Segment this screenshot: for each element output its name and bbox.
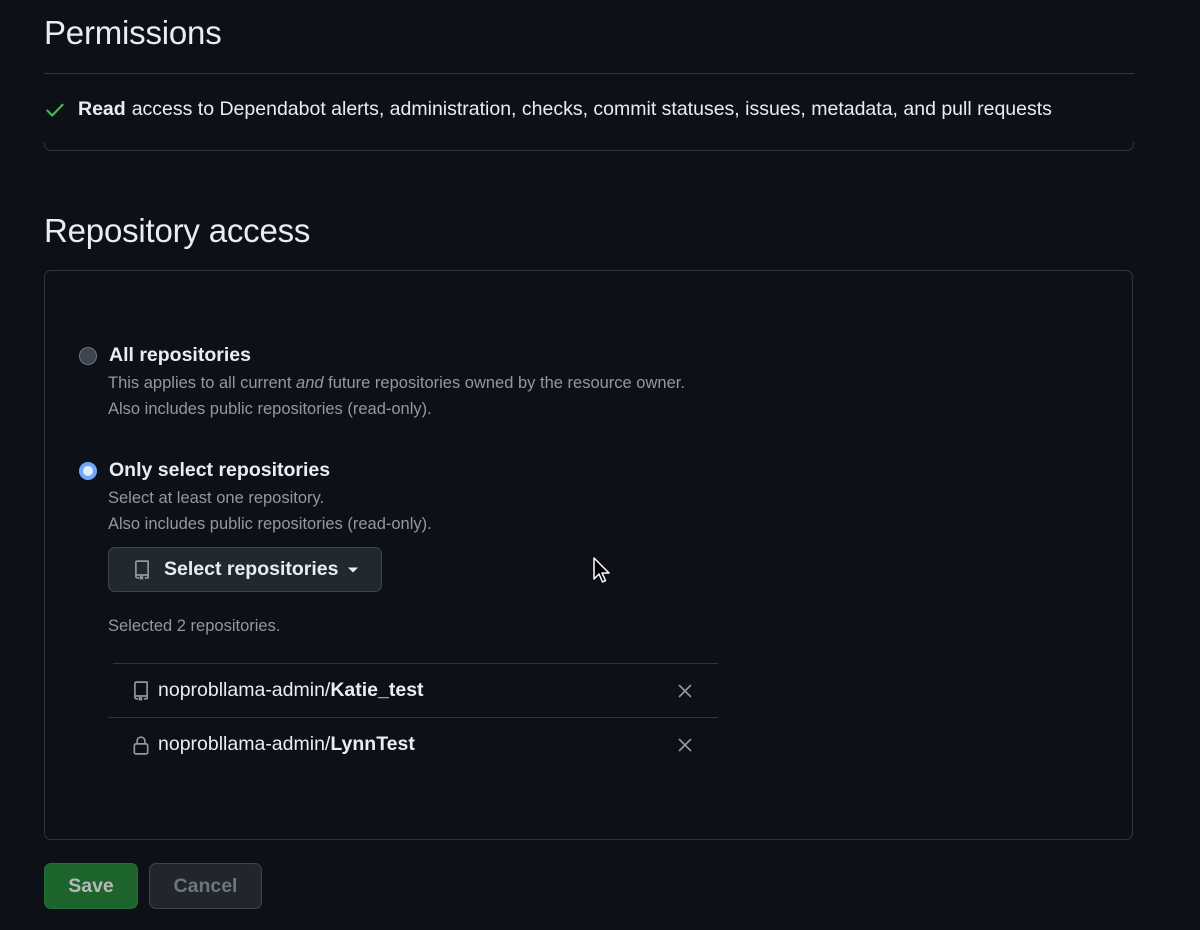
all-repositories-desc-line2: Also includes public repositories (read-… <box>108 400 432 418</box>
save-button[interactable]: Save <box>44 863 138 909</box>
mouse-cursor-icon <box>592 557 612 590</box>
cancel-button[interactable]: Cancel <box>149 863 262 909</box>
permission-row: Read access to Dependabot alerts, admini… <box>44 98 1052 121</box>
all-repositories-radio[interactable] <box>79 346 97 365</box>
repo-name: LynnTest <box>330 733 415 755</box>
repository-access-heading: Repository access <box>44 212 311 249</box>
only-select-description: Select at least one repository. Also inc… <box>108 485 432 537</box>
repo-owner: noprobllama-admin/ <box>158 679 331 701</box>
select-repositories-button[interactable]: Select repositories <box>108 547 382 592</box>
all-repositories-desc-line1: This applies to all current and future r… <box>108 374 685 392</box>
lock-icon <box>132 735 150 755</box>
all-repositories-label[interactable]: All repositories <box>109 344 251 367</box>
permission-access-level: Read <box>78 98 126 120</box>
option-only-select-repositories[interactable]: Only select repositories <box>79 459 330 482</box>
page: Permissions Read access to Dependabot al… <box>0 0 1200 930</box>
repo-owner: noprobllama-admin/ <box>158 733 331 755</box>
check-icon <box>44 99 66 121</box>
repo-icon <box>133 559 151 580</box>
all-repositories-description: This applies to all current and future r… <box>108 370 685 422</box>
selected-repository-list: noprobllama-admin/Katie_test noprobllama… <box>108 663 718 771</box>
only-select-desc-line2: Also includes public repositories (read-… <box>108 515 432 533</box>
permission-description: access to Dependabot alerts, administrat… <box>131 98 1052 120</box>
only-select-desc-line1: Select at least one repository. <box>108 489 325 507</box>
permissions-heading: Permissions <box>44 14 222 51</box>
permissions-box-border <box>44 142 1134 151</box>
selected-count: Selected 2 repositories. <box>108 617 281 635</box>
permissions-divider <box>44 73 1134 74</box>
only-select-repositories-label[interactable]: Only select repositories <box>109 459 330 482</box>
remove-icon[interactable] <box>678 684 692 698</box>
list-item: noprobllama-admin/Katie_test <box>113 663 718 717</box>
select-repositories-label: Select repositories <box>164 558 339 580</box>
list-item: noprobllama-admin/LynnTest <box>108 717 718 771</box>
caret-down-icon <box>347 566 359 574</box>
option-all-repositories[interactable]: All repositories <box>79 344 251 367</box>
remove-icon[interactable] <box>678 738 692 752</box>
repo-name: Katie_test <box>330 679 424 701</box>
only-select-repositories-radio[interactable] <box>79 461 97 480</box>
repo-icon <box>132 680 150 701</box>
